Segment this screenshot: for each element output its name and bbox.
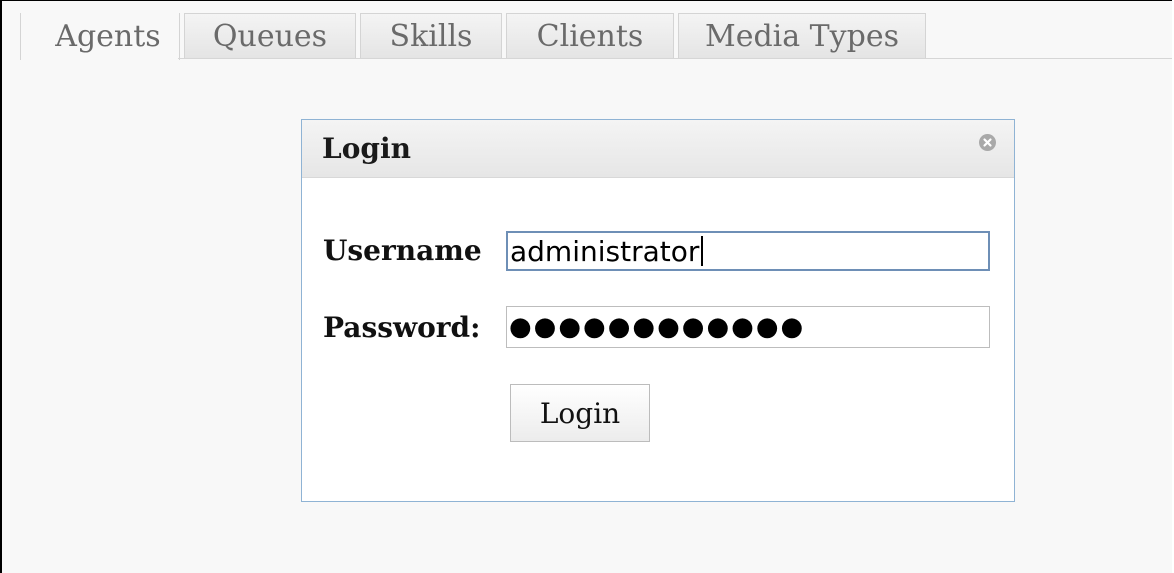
tab-media-types[interactable]: Media Types: [678, 13, 926, 59]
app-frame: Agents Queues Skills Clients Media Types…: [0, 0, 1172, 573]
login-dialog: Login Username administrator Password: ●…: [301, 119, 1015, 502]
username-label: Username: [323, 234, 482, 267]
dialog-header: Login: [302, 120, 1014, 178]
password-label: Password:: [323, 311, 481, 344]
tab-skills[interactable]: Skills: [360, 13, 502, 59]
dialog-title: Login: [322, 132, 411, 165]
username-field[interactable]: administrator: [506, 231, 990, 271]
close-x-glyph: [983, 138, 992, 147]
tab-bar-divider: [178, 58, 1172, 59]
tab-bar: Agents Queues Skills Clients Media Types: [20, 13, 930, 60]
tab-clients[interactable]: Clients: [506, 13, 674, 59]
password-field[interactable]: ●●●●●●●●●●●●: [506, 306, 990, 348]
text-caret: [701, 236, 704, 266]
login-button[interactable]: Login: [510, 384, 650, 442]
password-mask: ●●●●●●●●●●●●: [509, 312, 806, 342]
close-circle-icon[interactable]: [979, 134, 996, 151]
tab-agents[interactable]: Agents: [20, 13, 180, 60]
username-value: administrator: [510, 234, 700, 268]
tab-queues[interactable]: Queues: [184, 13, 356, 59]
